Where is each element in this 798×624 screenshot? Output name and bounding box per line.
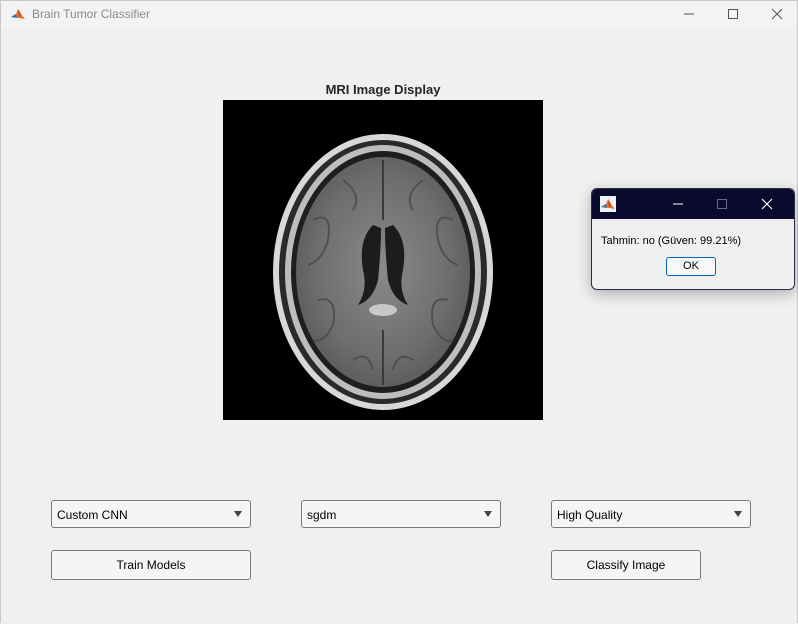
minimize-button[interactable] <box>666 1 712 27</box>
maximize-icon <box>728 9 738 19</box>
dialog-close-button[interactable] <box>745 189 789 219</box>
dialog-message: Tahmin: no (Güven: 99.21%) <box>601 235 742 247</box>
close-icon <box>771 8 783 20</box>
dialog-minimize-button[interactable] <box>656 189 700 219</box>
dialog-maximize-button[interactable] <box>700 189 744 219</box>
close-icon <box>761 198 773 210</box>
matlab-icon <box>10 6 26 22</box>
matlab-icon <box>600 196 616 212</box>
window-titlebar[interactable]: Brain Tumor Classifier <box>1 1 797 27</box>
ok-button[interactable]: OK <box>666 257 716 276</box>
train-models-button[interactable]: Train Models <box>51 550 251 580</box>
maximize-button[interactable] <box>710 1 756 27</box>
app-window: Brain Tumor Classifier MRI Image Display <box>0 0 798 624</box>
chevron-down-icon <box>234 511 242 517</box>
chevron-down-icon <box>484 511 492 517</box>
quality-dropdown[interactable]: High Quality <box>551 500 751 528</box>
classify-image-button[interactable]: Classify Image <box>551 550 701 580</box>
quality-dropdown-value: High Quality <box>557 508 623 522</box>
dialog-titlebar[interactable] <box>592 189 794 219</box>
optimizer-dropdown-value: sgdm <box>307 508 337 522</box>
prediction-dialog: Tahmin: no (Güven: 99.21%) OK <box>591 188 795 290</box>
model-dropdown[interactable]: Custom CNN <box>51 500 251 528</box>
chevron-down-icon <box>734 511 742 517</box>
maximize-icon <box>717 199 727 209</box>
brain-mri-image <box>223 100 543 420</box>
axes-title: MRI Image Display <box>325 82 441 97</box>
minimize-icon <box>684 13 694 15</box>
mri-image <box>223 100 543 420</box>
model-dropdown-value: Custom CNN <box>57 508 128 522</box>
close-button[interactable] <box>754 1 798 27</box>
minimize-icon <box>673 203 683 205</box>
window-title: Brain Tumor Classifier <box>32 7 151 21</box>
optimizer-dropdown[interactable]: sgdm <box>301 500 501 528</box>
